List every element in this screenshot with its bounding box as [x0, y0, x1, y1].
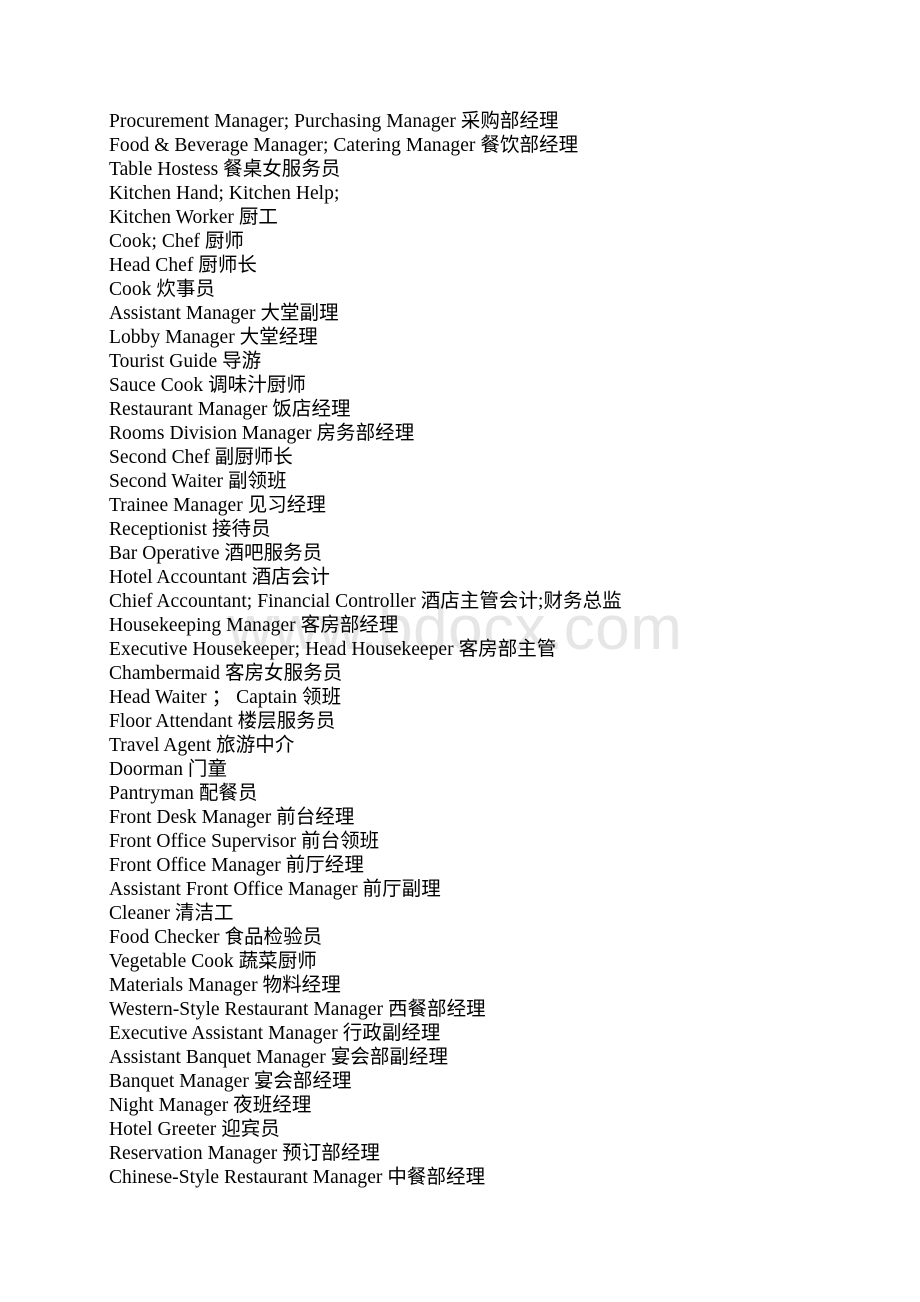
text-line: Receptionist 接待员: [109, 519, 271, 540]
text-line: Front Office Supervisor 前台领班: [109, 831, 380, 852]
document-body: Procurement Manager; Purchasing Manager …: [109, 110, 880, 1190]
text-line: Sauce Cook 调味汁厨师: [109, 375, 306, 396]
text-line: Assistant Banquet Manager 宴会部副经理: [109, 1047, 449, 1068]
text-line: Second Waiter 副领班: [109, 471, 287, 492]
text-line: Materials Manager 物料经理: [109, 975, 341, 996]
text-line: Executive Assistant Manager 行政副经理: [109, 1023, 441, 1044]
text-line: Housekeeping Manager 客房部经理: [109, 615, 399, 636]
text-line: Western-Style Restaurant Manager 西餐部经理: [109, 999, 486, 1020]
text-line: Food & Beverage Manager; Catering Manage…: [109, 135, 579, 156]
text-line: Kitchen Hand; Kitchen Help;: [109, 183, 340, 204]
text-line: Chinese-Style Restaurant Manager 中餐部经理: [109, 1167, 486, 1188]
text-line: Rooms Division Manager 房务部经理: [109, 423, 415, 444]
text-line: Tourist Guide 导游: [109, 351, 262, 372]
text-line: Hotel Accountant 酒店会计: [109, 567, 330, 588]
text-line: Head Chef 厨师长: [109, 255, 257, 276]
text-line: Vegetable Cook 蔬菜厨师: [109, 951, 317, 972]
text-line: Chief Accountant; Financial Controller 酒…: [109, 591, 622, 612]
text-line: Cleaner 清洁工: [109, 903, 234, 924]
text-line: Kitchen Worker 厨工: [109, 207, 278, 228]
text-line: Procurement Manager; Purchasing Manager …: [109, 111, 559, 132]
text-line: Lobby Manager 大堂经理: [109, 327, 318, 348]
text-line: Front Office Manager 前厅经理: [109, 855, 364, 876]
text-line: Bar Operative 酒吧服务员: [109, 543, 323, 564]
text-line: Assistant Front Office Manager 前厅副理: [109, 879, 441, 900]
text-line: Table Hostess 餐桌女服务员: [109, 159, 341, 180]
text-line: Reservation Manager 预订部经理: [109, 1143, 380, 1164]
document-page: www.bdocx.com Procurement Manager; Purch…: [0, 0, 920, 1302]
text-line: Banquet Manager 宴会部经理: [109, 1071, 352, 1092]
text-line: Head Waiter ； Captain 领班: [109, 687, 342, 708]
text-line: Executive Housekeeper; Head Housekeeper …: [109, 639, 557, 660]
text-line: Second Chef 副厨师长: [109, 447, 293, 468]
text-line: Chambermaid 客房女服务员: [109, 663, 343, 684]
text-line: Assistant Manager 大堂副理: [109, 303, 339, 324]
text-line: Front Desk Manager 前台经理: [109, 807, 355, 828]
text-line: Trainee Manager 见习经理: [109, 495, 326, 516]
text-line: Restaurant Manager 饭店经理: [109, 399, 351, 420]
text-line: Cook; Chef 厨师: [109, 231, 244, 252]
text-line: Travel Agent 旅游中介: [109, 735, 295, 756]
text-line: Cook 炊事员: [109, 279, 216, 300]
text-line: Doorman 门童: [109, 759, 228, 780]
text-line: Night Manager 夜班经理: [109, 1095, 312, 1116]
text-line: Food Checker 食品检验员: [109, 927, 323, 948]
text-line: Pantryman 配餐员: [109, 783, 258, 804]
text-line: Hotel Greeter 迎宾员: [109, 1119, 280, 1140]
text-line: Floor Attendant 楼层服务员: [109, 711, 336, 732]
